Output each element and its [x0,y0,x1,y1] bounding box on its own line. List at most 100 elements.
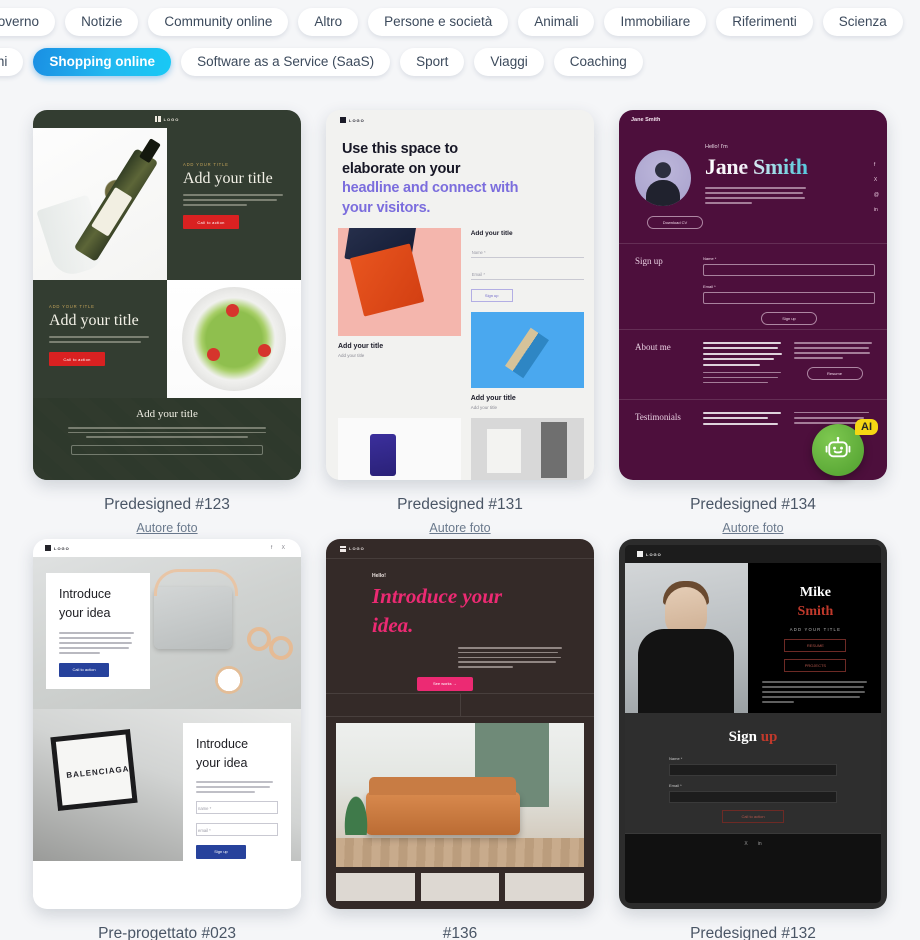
second-headline: Add your title [49,312,139,329]
hero-headline-line-1: Introduce [59,587,112,601]
x-icon[interactable]: X [744,841,747,847]
name-field[interactable]: Name * [470,245,584,259]
ai-badge[interactable]: AI [855,419,878,435]
hero-copy: ADD YOUR TITLE Add your title Call to ac… [167,128,301,280]
resume-button[interactable]: RESUME [784,639,847,652]
hero-text-panel: Introduce your idea Call to action [46,573,150,689]
photo-author-link[interactable]: Autore foto [722,521,783,535]
template-preview-132[interactable]: LOGO Mike Smith ADD YOUR TITLE RESUME PR… [619,539,887,909]
instagram-icon[interactable]: @ [874,192,879,198]
logo-icon: LOGO [154,116,180,122]
hero-copy: Hello! I'm Jane Smith [691,144,808,260]
cta-button[interactable]: Call to action [722,810,784,823]
hero-cta-label: See works → [432,681,457,687]
chip-saas[interactable]: Software as a Service (SaaS) [181,48,391,76]
resume-button-label: RESUME [806,643,824,648]
email-field[interactable]: email * [196,822,278,836]
chip-animali[interactable]: Animali [518,8,595,36]
chip-persone-e-societa[interactable]: Persone e società [368,8,509,36]
hero-greeting: Hello! I'm [705,144,728,150]
testimonial-quote [703,411,784,425]
email-input[interactable] [703,292,875,304]
chip-sport[interactable]: Sport [400,48,465,76]
hero-cta-button[interactable]: Call to action [183,215,239,229]
hero-section: ADD YOUR TITLE Add your title Call to ac… [33,128,301,280]
template-title: Predesigned #123 [104,496,230,513]
chip-coaching[interactable]: Coaching [553,48,643,76]
resume-button[interactable]: Resume [806,366,863,380]
template-preview-023[interactable]: LOGO f X Introduce your idea Call to act… [33,539,301,909]
signup-button[interactable]: Sign up [761,312,817,325]
category-filter-row-1: to e governo Notizie Community online Al… [0,6,920,38]
chip-to-e-governo[interactable]: to e governo [0,8,56,36]
product-title: Add your title [338,343,384,351]
hero-cta-button[interactable]: See works → [416,676,473,691]
product-and-form: Add your title Add your title Add your t… [326,222,594,410]
x-icon[interactable]: X [874,177,879,183]
chip-community-online[interactable]: Community online [148,8,289,36]
plant-shape [340,787,371,836]
name-input[interactable] [669,764,837,776]
logo-text: Jane Smith [631,117,661,123]
chip-notizie[interactable]: Notizie [65,8,139,36]
template-card: LOGO ADD YOUR TITLE Add your title Call … [33,110,301,535]
projects-button-label: PROJECTS [804,663,827,668]
signup-button-label: Sign up [484,293,499,299]
linkedin-icon[interactable]: in [758,841,762,847]
product-photo-box [470,418,584,480]
email-field-label: email * [198,827,211,833]
photo-author-link[interactable]: Autore foto [429,521,490,535]
second-headline-line-1: Introduce [196,737,249,751]
hero-headline-line-1: Introduce your [372,584,503,608]
chip-shopping-online[interactable]: Shopping online [33,48,172,76]
footer-hero-title: Add your title [136,408,198,420]
signup-button[interactable]: Sign up [470,289,513,303]
chip-altro[interactable]: Altro [298,8,359,36]
linkedin-icon[interactable]: in [874,207,879,213]
handbag-shape [153,569,238,650]
chip-chiese-e-congregazioni[interactable]: se e congregazioni [0,48,24,76]
name-input[interactable] [703,264,875,276]
signup-heading: Sign up [669,729,837,746]
chip-immobiliare[interactable]: Immobiliare [604,8,707,36]
chip-riferimenti[interactable]: Riferimenti [716,8,813,36]
product-subtitle: Add your title [470,405,497,411]
photo-author-link[interactable]: Autore foto [136,521,197,535]
hero-cta-button[interactable]: Call to action [59,662,109,677]
about-text-bold [703,342,784,366]
preview-footer: X in [625,833,881,853]
avatar [635,150,691,206]
second-cta-button[interactable]: Call to action [49,352,105,366]
orange-pouch-shape [349,243,425,317]
bar-package-shape [505,328,550,379]
footer-hero-text [67,427,267,438]
chip-scienza[interactable]: Scienza [822,8,903,36]
email-input[interactable] [669,791,837,803]
signup-button[interactable]: Sign up [196,844,246,859]
social-icons[interactable]: f X [271,545,289,551]
template-card: LOGO Hello! Introduce your idea. See wor… [326,539,594,940]
chip-viaggi[interactable]: Viaggi [474,48,544,76]
second-body-text [196,780,278,793]
hero-subtitle: ADD YOUR TITLE [789,627,842,632]
template-preview-131[interactable]: LOGO Use this space to elaborate on your… [326,110,594,480]
footer-hero-section: Add your title [33,398,301,480]
projects-button[interactable]: PROJECTS [784,659,847,672]
template-preview-123[interactable]: LOGO ADD YOUR TITLE Add your title Call … [33,110,301,480]
template-preview-136[interactable]: LOGO Hello! Introduce your idea. See wor… [326,539,594,909]
product-photo-pink [338,228,461,337]
email-field-label: Email * [703,284,716,289]
portrait-photo [625,563,748,713]
wine-bottle-photo [33,128,167,280]
product-photo-blue [470,312,584,389]
hero-section: Mike Smith ADD YOUR TITLE RESUME PROJECT… [625,563,881,713]
name-field[interactable]: name * [196,800,278,814]
preview-topbar: Jane Smith [619,110,887,130]
template-preview-134[interactable]: Jane Smith Hello! I'm Jane Smith f X @ i… [619,110,887,480]
second-cta-label: Call to action [63,356,91,362]
footer-name-input[interactable] [70,444,264,455]
email-field[interactable]: Email * [470,267,584,281]
category-filter-row-2: se e congregazioni Shopping online Softw… [0,46,920,78]
second-headline-line-2: your idea [196,756,248,771]
facebook-icon[interactable]: f [874,162,879,168]
